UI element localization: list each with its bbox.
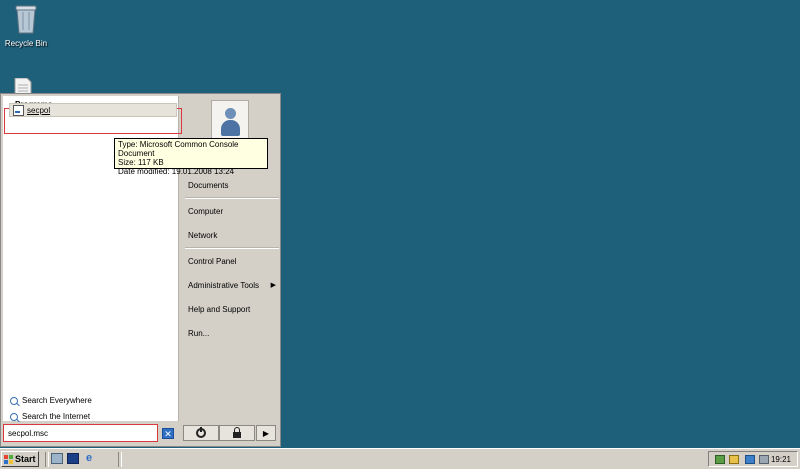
windows-flag-icon [4, 454, 13, 464]
search-icon [10, 396, 18, 405]
network-tray-icon[interactable] [715, 455, 725, 464]
search-result-secpol[interactable]: secpol [9, 103, 177, 117]
menu-item-documents[interactable]: Documents [188, 181, 276, 190]
powershell-icon[interactable] [67, 453, 79, 464]
taskbar-separator [45, 452, 49, 467]
recycle-bin[interactable]: Recycle Bin [1, 3, 51, 48]
search-internet-label: Search the Internet [22, 412, 91, 421]
menu-item-network[interactable]: Network [188, 231, 276, 240]
power-icon [196, 427, 206, 438]
server-manager-icon[interactable] [51, 453, 63, 464]
internet-explorer-icon[interactable]: e [83, 453, 95, 464]
start-label: Start [15, 454, 36, 464]
lock-icon [233, 426, 241, 438]
security-tray-icon[interactable] [729, 455, 739, 464]
file-info-tooltip: Type: Microsoft Common Console Document … [114, 138, 268, 176]
search-everywhere-link[interactable]: Search Everywhere [10, 396, 92, 405]
menu-item-computer[interactable]: Computer [188, 207, 276, 216]
administrative-tools-label: Administrative Tools [188, 281, 259, 290]
menu-separator [185, 197, 279, 199]
recycle-bin-icon [15, 5, 37, 34]
lock-button[interactable] [219, 425, 255, 441]
menu-item-administrative-tools[interactable]: Administrative Tools ▶ [188, 281, 276, 290]
search-internet-link[interactable]: Search the Internet [10, 412, 90, 421]
menu-item-run[interactable]: Run... [188, 329, 276, 338]
menu-item-control-panel[interactable]: Control Panel [188, 257, 276, 266]
start-button[interactable]: Start [1, 451, 39, 467]
recycle-bin-label: Recycle Bin [4, 39, 48, 48]
menu-separator [185, 247, 279, 249]
taskbar-separator [118, 452, 122, 467]
tooltip-size: Size: 117 KB [118, 158, 164, 167]
search-icon [10, 412, 18, 421]
clear-search-button[interactable]: ✕ [162, 428, 174, 439]
submenu-arrow-icon: ▶ [270, 282, 276, 289]
shutdown-options-button[interactable]: ▶ [256, 425, 276, 441]
tooltip-date-modified: Date modified: 19.01.2008 13:24 [118, 167, 235, 176]
menu-item-help-and-support[interactable]: Help and Support [188, 305, 276, 314]
search-result-label: secpol [27, 105, 51, 115]
power-button[interactable] [183, 425, 219, 441]
console-icon [13, 104, 24, 116]
search-everywhere-label: Search Everywhere [22, 396, 92, 405]
tooltip-type: Type: Microsoft Common Console Document [118, 140, 239, 158]
clock[interactable]: 19:21 [771, 455, 791, 464]
connection-tray-icon[interactable] [745, 455, 755, 464]
user-picture[interactable] [211, 100, 249, 140]
volume-tray-icon[interactable] [759, 455, 769, 464]
system-tray: 19:21 [708, 451, 798, 467]
taskbar: Start e 19:21 [0, 448, 800, 469]
start-search-input[interactable]: secpol.msc [3, 424, 158, 442]
